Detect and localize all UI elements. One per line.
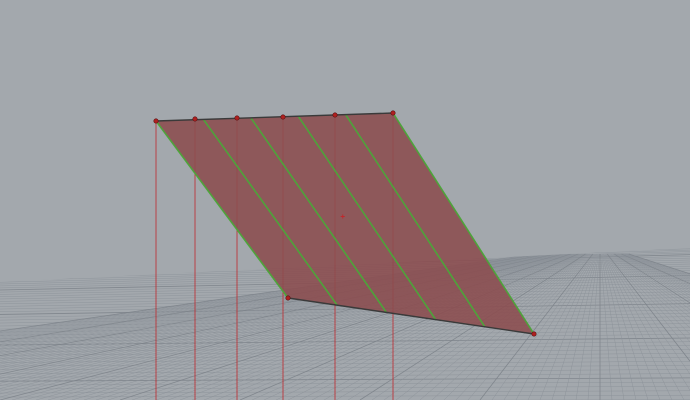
control-point[interactable]: [531, 331, 537, 337]
control-point[interactable]: [192, 116, 198, 122]
grid-line-horizontal: [0, 394, 690, 398]
3d-viewport[interactable]: [0, 0, 690, 400]
control-point[interactable]: [285, 295, 291, 301]
control-point[interactable]: [332, 112, 338, 118]
viewport-canvas[interactable]: [0, 0, 690, 400]
control-point[interactable]: [280, 114, 286, 120]
grid-line-horizontal: [0, 390, 690, 394]
control-point[interactable]: [234, 115, 240, 121]
control-point[interactable]: [390, 110, 396, 116]
control-point[interactable]: [153, 118, 159, 124]
